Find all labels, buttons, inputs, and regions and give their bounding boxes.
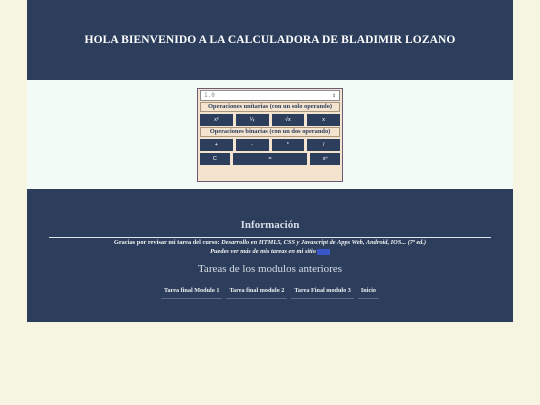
operand-select[interactable]: 1.0 ⇕ (200, 90, 340, 101)
more-tasks-text: Puedes ver más de mis tareas en mi sitio (27, 248, 513, 255)
equals-button[interactable]: = (232, 153, 308, 165)
link-modulo-1[interactable]: Tarea final Modulo 1 (160, 285, 223, 299)
reciprocal-button[interactable]: ¹⁄ₓ (235, 114, 269, 126)
calculator-band: 1.0 ⇕ Operaciones unitarias (con un solo… (27, 80, 513, 189)
site-link[interactable] (316, 248, 330, 255)
subtract-button[interactable]: - (235, 139, 269, 151)
square-button[interactable]: x² (200, 114, 233, 126)
calculator: 1.0 ⇕ Operaciones unitarias (con un solo… (197, 88, 343, 182)
bottom-row: C = xⁿ (200, 153, 340, 165)
page-header: HOLA BIENVENIDO A LA CALCULADORA DE BLAD… (27, 0, 513, 80)
footer: Información Gracias por revisar mi tarea… (27, 189, 513, 322)
divider (49, 237, 491, 238)
unary-row: x² ¹⁄ₓ √x x (200, 114, 340, 126)
add-button[interactable]: + (200, 139, 233, 151)
x-button[interactable]: x (307, 114, 340, 126)
divide-button[interactable]: / (307, 139, 340, 151)
multiply-button[interactable]: * (271, 139, 305, 151)
link-modulo-3[interactable]: Tarea Final modulo 3 (291, 285, 354, 299)
power-button[interactable]: xⁿ (310, 153, 340, 165)
info-title: Información (240, 219, 300, 231)
page: HOLA BIENVENIDO A LA CALCULADORA DE BLAD… (27, 0, 513, 322)
more-tasks-label: Puedes ver más de mis tareas en mi sitio (210, 248, 316, 255)
link-inicio[interactable]: Inicio (357, 285, 380, 299)
binary-row: + - * / (200, 139, 340, 151)
module-links: Tarea final Modulo 1 Tarea final modulo … (27, 285, 513, 299)
thanks-text: Gracias por revisar mi tarea del curso: … (27, 239, 513, 246)
sqrt-button[interactable]: √x (271, 114, 305, 126)
page-title: HOLA BIENVENIDO A LA CALCULADORA DE BLAD… (84, 34, 456, 46)
course-name: Desarrollo en HTML5, CSS y Javascript de… (221, 239, 427, 246)
clear-button[interactable]: C (200, 153, 230, 165)
operand-select-value: 1.0 (204, 92, 215, 99)
link-modulo-2[interactable]: Tarea final modulo 2 (226, 285, 288, 299)
binary-title: Operaciones binarias (con un dos operand… (200, 127, 340, 137)
select-arrow-icon: ⇕ (332, 92, 336, 99)
unary-title: Operaciones unitarias (con un solo opera… (200, 102, 340, 112)
tareas-title: Tareas de los modulos anteriores (197, 263, 343, 275)
thanks-prefix: Gracias por revisar mi tarea del curso: (113, 239, 222, 246)
